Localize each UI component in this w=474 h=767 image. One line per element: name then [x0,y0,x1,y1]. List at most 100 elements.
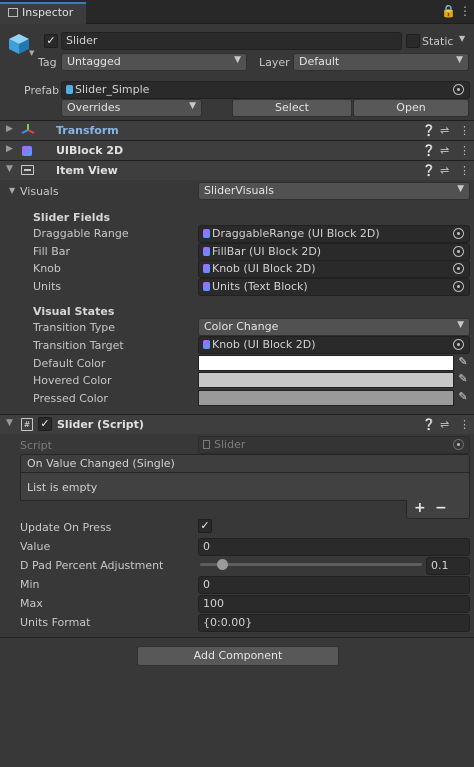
select-label: Select [275,101,309,114]
tag-value: Untagged [67,55,121,68]
open-button[interactable]: Open [353,99,469,117]
draggable-range-field[interactable]: DraggableRange (UI Block 2D) [198,225,470,243]
value-field[interactable]: 0 [198,538,470,556]
target-picker-icon[interactable] [453,339,464,350]
slider-script-header[interactable]: ▼ # ✓ Slider (Script) ❔ ⇌ ⋮ [0,414,474,434]
transition-target-value: Knob (UI Block 2D) [212,338,316,351]
visual-states-header: Visual States [33,305,115,318]
tab-inspector[interactable]: Inspector [0,2,86,24]
eyedropper-icon[interactable]: ✎ [456,355,470,371]
event-header-label: On Value Changed (Single) [27,457,175,470]
dpad-value: 0.1 [431,559,449,572]
chevron-down-icon: ▼ [189,101,196,111]
fold-arrow-icon[interactable]: ▼ [6,164,13,174]
lock-icon[interactable]: 🔒 [441,4,456,18]
more-icon[interactable]: ⋮ [459,124,470,137]
field-label-knob: Knob [33,262,61,275]
visuals-dropdown[interactable]: SliderVisuals ▼ [198,182,470,200]
event-empty-label: List is empty [27,481,98,494]
target-picker-icon[interactable] [453,281,464,292]
units-format-value: {0:0.00} [203,616,253,629]
add-event-button[interactable]: + [414,500,426,516]
more-icon[interactable]: ⋮ [459,144,470,157]
select-button[interactable]: Select [232,99,352,117]
add-component-button[interactable]: Add Component [137,646,339,666]
icon-dropdown-arrow[interactable]: ▼ [29,49,34,57]
itemview-icon [21,165,34,175]
transition-target-field[interactable]: Knob (UI Block 2D) [198,336,470,354]
tag-label: Tag [38,56,57,69]
itemview-title: Item View [56,164,118,177]
max-field[interactable]: 100 [198,595,470,613]
transition-target-label: Transition Target [33,339,124,352]
layer-dropdown[interactable]: Default ▼ [293,53,469,71]
uiblock-title: UIBlock 2D [56,144,124,157]
static-checkbox[interactable] [406,34,420,48]
chevron-down-icon: ▼ [234,55,241,65]
overrides-dropdown[interactable]: Overrides ▼ [61,99,202,117]
slider-script-title: Slider (Script) [57,418,144,431]
transform-header[interactable]: ▶ Transform ❔ ⇌ ⋮ [0,120,474,140]
fold-arrow-icon[interactable]: ▶ [6,124,13,134]
hovered-color-swatch[interactable] [198,372,454,388]
transform-title: Transform [56,124,119,137]
uiblock-header[interactable]: ▶ UIBlock 2D ❔ ⇌ ⋮ [0,140,474,160]
preset-icon[interactable]: ⇌ [440,164,449,177]
help-icon[interactable]: ❔ [422,124,436,137]
fill-bar-field[interactable]: FillBar (UI Block 2D) [198,243,470,261]
dpad-slider-track[interactable] [200,559,422,570]
tab-label: Inspector [22,6,74,19]
menu-icon[interactable]: ⋮ [459,4,471,18]
more-icon[interactable]: ⋮ [459,164,470,177]
script-enabled-checkbox[interactable]: ✓ [38,417,52,431]
preset-icon[interactable]: ⇌ [440,418,449,431]
static-dropdown-arrow[interactable]: ▼ [459,34,465,43]
target-picker-icon[interactable] [453,263,464,274]
help-icon[interactable]: ❔ [422,164,436,177]
min-field[interactable]: 0 [198,576,470,594]
max-label: Max [20,597,43,610]
prefab-field[interactable]: Slider_Simple [61,81,470,99]
help-icon[interactable]: ❔ [422,418,436,431]
default-color-swatch[interactable] [198,355,454,371]
field-label-fill-bar: Fill Bar [33,245,71,258]
field-label-draggable-range: Draggable Range [33,227,129,240]
target-picker-icon[interactable] [453,84,464,95]
visuals-fold-icon[interactable]: ▼ [9,186,15,195]
remove-event-button[interactable]: − [435,500,447,516]
units-field[interactable]: Units (Text Block) [198,278,470,296]
eyedropper-icon[interactable]: ✎ [456,372,470,388]
transform-icon [21,123,35,140]
value-label: Value [20,540,51,553]
eyedropper-icon[interactable]: ✎ [456,390,470,406]
tag-dropdown[interactable]: Untagged ▼ [61,53,247,71]
layer-label: Layer [259,56,290,69]
pressed-color-swatch[interactable] [198,390,454,406]
chevron-down-icon: ▼ [457,184,464,194]
open-label: Open [396,101,426,114]
target-picker-icon[interactable] [453,228,464,239]
more-icon[interactable]: ⋮ [459,418,470,431]
fold-arrow-icon[interactable]: ▶ [6,144,13,154]
update-on-press-checkbox[interactable]: ✓ [198,519,212,533]
fold-arrow-icon[interactable]: ▼ [6,418,13,428]
transition-type-dropdown[interactable]: Color Change ▼ [198,318,470,336]
target-picker-icon[interactable] [453,246,464,257]
uiblock-icon [203,340,210,349]
update-on-press-label: Update On Press [20,521,112,534]
active-checkbox[interactable]: ✓ [44,34,58,48]
knob-field[interactable]: Knob (UI Block 2D) [198,260,470,278]
units-format-field[interactable]: {0:0.00} [198,614,470,632]
object-name-field[interactable]: Slider [61,32,402,50]
itemview-header[interactable]: ▼ Item View ❔ ⇌ ⋮ [0,160,474,180]
dpad-value-field[interactable]: 0.1 [426,557,470,575]
field-label-units: Units [33,280,62,293]
dpad-slider-knob[interactable] [217,559,229,570]
static-label: Static [422,35,454,48]
help-icon[interactable]: ❔ [422,144,436,157]
preset-icon[interactable]: ⇌ [440,124,449,137]
dpad-label: D Pad Percent Adjustment [20,559,164,572]
visuals-label: Visuals [20,185,59,198]
object-name: Slider [66,34,98,47]
preset-icon[interactable]: ⇌ [440,144,449,157]
